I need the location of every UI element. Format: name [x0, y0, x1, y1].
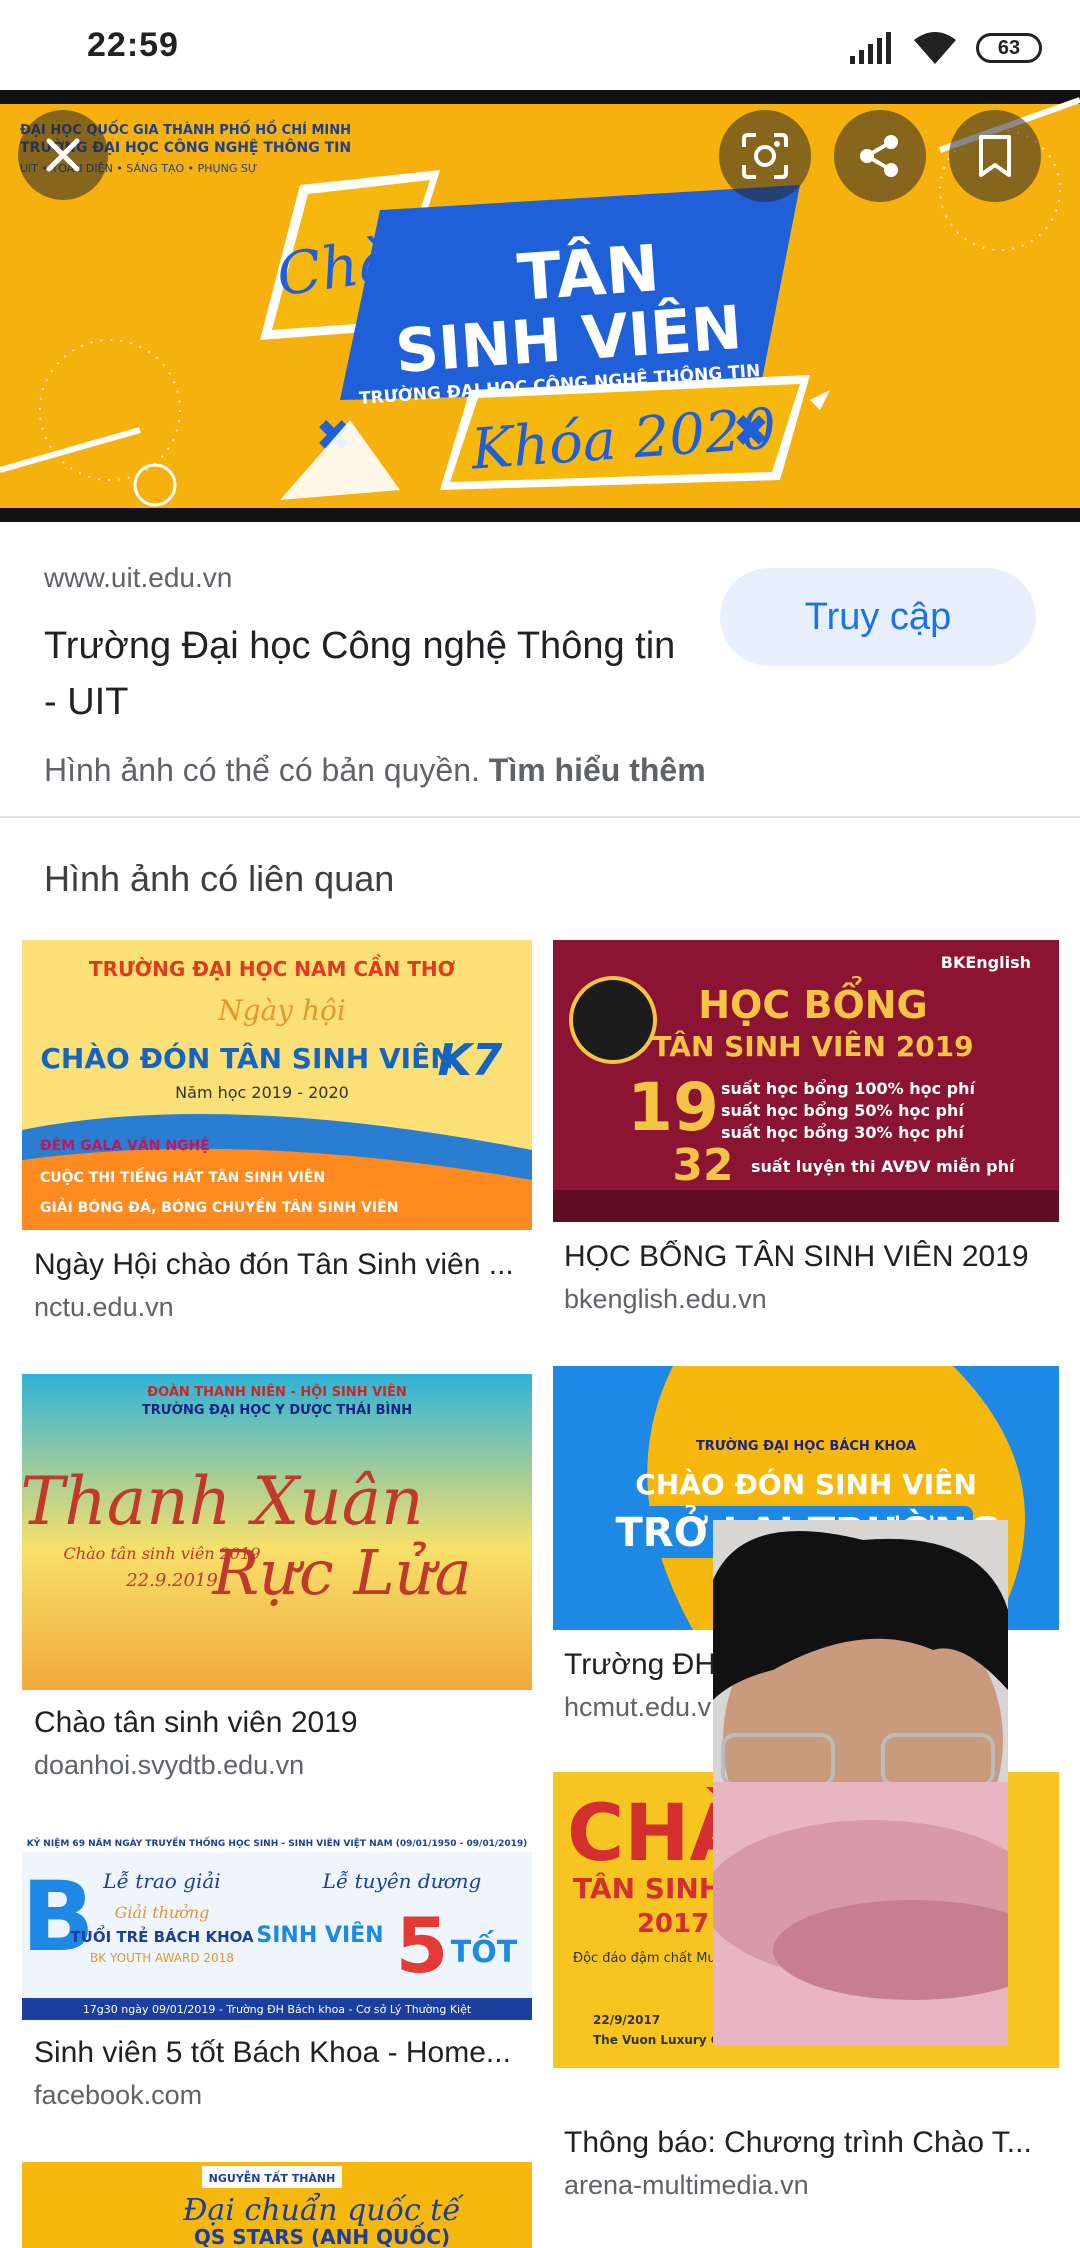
signal-icon — [850, 32, 891, 64]
thumb-text: TRƯỜNG ĐẠI HỌC NAM CẦN THƠ — [89, 955, 456, 981]
copyright-notice: Hình ảnh có thể có bản quyền. Tìm hiểu t… — [44, 752, 706, 789]
thumb-text: Lễ trao giải — [102, 1869, 220, 1893]
hero-image[interactable]: Chào TÂN SINH VIÊN TRƯỜNG ĐẠI HỌC CÔNG N… — [0, 90, 1080, 522]
camera-overlay[interactable] — [713, 1520, 1008, 2046]
visit-button[interactable]: Truy cập — [720, 568, 1036, 666]
lens-button[interactable] — [719, 110, 811, 202]
thumb-text: TÂN SINH VIÊN 2019 — [652, 1029, 973, 1063]
thumb-text: 5 — [396, 1901, 449, 1990]
result-domain[interactable]: www.uit.edu.vn — [44, 562, 232, 594]
thumb-text: suất luyện thi AVĐV miễn phí — [751, 1157, 1016, 1176]
thumb-text: 22/9/2017 — [593, 2013, 660, 2027]
result-title[interactable]: Trường Đại học Công nghệ Thông tin - UIT — [44, 618, 684, 730]
related-caption: Ngày Hội chào đón Tân Sinh viên ... — [34, 1248, 514, 1281]
thumb-text: SINH VIÊN — [256, 1922, 383, 1948]
thumb-text: HỌC BỔNG — [698, 977, 927, 1027]
save-button[interactable] — [949, 110, 1041, 202]
divider — [0, 816, 1080, 818]
thumb-text: NGUYỄN TẤT THÀNH — [209, 2170, 336, 2185]
thumb-text: TUỔI TRẺ BÁCH KHOA — [70, 1924, 254, 1946]
related-source: hcmut.edu.vn — [564, 1692, 727, 1722]
thumb-text: TRƯỜNG ĐẠI HỌC Y DƯỢC THÁI BÌNH — [142, 1402, 412, 1418]
thumb-text: TRƯỜNG ĐẠI HỌC BÁCH KHOA — [696, 1438, 916, 1454]
related-caption: HỌC BỔNG TÂN SINH VIÊN 2019 — [564, 1240, 1029, 1273]
thumb-text: BK YOUTH AWARD 2018 — [90, 1951, 234, 1965]
close-icon — [46, 138, 80, 172]
thumb-text: ĐÊM GALA VĂN NGHỆ — [40, 1136, 210, 1154]
thumb-text: CHÀO ĐÓN SINH VIÊN — [635, 1467, 977, 1501]
related-card[interactable]: TRƯỜNG ĐẠI HỌC NAM CẦN THƠ Ngày hội CHÀO… — [22, 940, 532, 1322]
related-caption: Chào tân sinh viên 2019 — [34, 1706, 358, 1739]
related-thumbnail: TRƯỜNG ĐẠI HỌC NAM CẦN THƠ Ngày hội CHÀO… — [22, 940, 532, 1230]
thumb-text: Năm học 2019 - 2020 — [175, 1083, 349, 1102]
related-thumbnail: ĐOÀN THANH NIÊN - HỘI SINH VIÊN TRƯỜNG Đ… — [22, 1374, 532, 1690]
related-heading: Hình ảnh có liên quan — [44, 858, 395, 899]
thumb-text: BKEnglish — [941, 953, 1031, 972]
related-thumbnail: KỶ NIỆM 69 NĂM NGÀY TRUYỀN THỐNG HỌC SIN… — [22, 1832, 532, 2020]
thumb-text: suất học bổng 30% học phí — [721, 1123, 965, 1142]
thumb-text: ĐOÀN THANH NIÊN - HỘI SINH VIÊN — [147, 1384, 407, 1400]
thumb-text: 2017 — [637, 1909, 709, 1939]
thumb-text: CUỘC THI TIẾNG HÁT TÂN SINH VIÊN — [40, 1167, 325, 1186]
lens-icon — [742, 133, 788, 179]
related-card[interactable]: ĐOÀN THANH NIÊN - HỘI SINH VIÊN TRƯỜNG Đ… — [22, 1374, 532, 1780]
thumb-text: Lễ tuyên dương — [322, 1869, 482, 1893]
related-source: arena-multimedia.vn — [564, 2170, 809, 2200]
thumb-text: QS STARS (ANH QUỐC) — [194, 2223, 450, 2248]
related-source: doanhoi.svydtb.edu.vn — [34, 1750, 305, 1780]
thumb-text: Giải thưởng — [115, 1903, 210, 1922]
related-source: nctu.edu.vn — [34, 1292, 174, 1322]
related-source: bkenglish.edu.vn — [564, 1284, 767, 1314]
thumb-text: Chào tân sinh viên 2019 — [64, 1544, 261, 1563]
svg-text:B: B — [22, 1861, 95, 1973]
related-caption: Sinh viên 5 tốt Bách Khoa - Home... — [34, 2036, 511, 2069]
thumb-text: GIẢI BÓNG ĐÁ, BÓNG CHUYỀN TÂN SINH VIÊN — [40, 1197, 398, 1216]
related-thumbnail: NGUYỄN TẤT THÀNH Đại chuẩn quốc tế QS ST… — [22, 2162, 532, 2248]
copyright-text: Hình ảnh có thể có bản quyền. — [44, 752, 480, 788]
thumb-text: 22.9.2019 — [125, 1570, 218, 1591]
related-card[interactable]: BKEnglish HỌC BỔNG TÂN SINH VIÊN 2019 19… — [553, 940, 1059, 1320]
thumb-text: CHÀO ĐÓN TÂN SINH VIÊN — [40, 1041, 453, 1075]
bookmark-icon — [979, 135, 1011, 177]
related-card[interactable]: KỶ NIỆM 69 NĂM NGÀY TRUYỀN THỐNG HỌC SIN… — [22, 1832, 532, 2132]
battery-level: 63 — [997, 36, 1021, 59]
related-caption: Thông báo: Chương trình Chào T... — [564, 2126, 1032, 2159]
related-card[interactable]: NGUYỄN TẤT THÀNH Đại chuẩn quốc tế QS ST… — [22, 2162, 532, 2248]
thumb-text: TỐT — [451, 1929, 518, 1970]
share-icon — [860, 135, 898, 177]
thumb-text: 19 — [627, 1069, 719, 1146]
learn-more-link[interactable]: Tìm hiểu thêm — [489, 752, 706, 788]
status-time: 22:59 — [87, 26, 179, 64]
thumb-text: 32 — [672, 1140, 733, 1191]
thumb-text: suất học bổng 100% học phí — [721, 1079, 977, 1098]
screen: { "status": {"time": "22:59", "battery":… — [0, 0, 1080, 2248]
thumb-text: K7 — [438, 1035, 503, 1086]
related-thumbnail: BKEnglish HỌC BỔNG TÂN SINH VIÊN 2019 19… — [553, 940, 1059, 1222]
thumb-text: Ngày hội — [217, 994, 346, 1027]
wifi-icon — [914, 32, 956, 64]
status-bar: 22:59 63 — [0, 0, 1080, 90]
thumb-text: Thanh Xuân — [22, 1463, 424, 1540]
related-source: facebook.com — [34, 2080, 203, 2110]
thumb-text: suất học bổng 50% học phí — [721, 1101, 965, 1120]
share-button[interactable] — [834, 110, 926, 202]
camera-preview — [713, 1520, 1008, 2046]
thumb-text: Đại chuẩn quốc tế — [182, 2192, 464, 2228]
status-icons: 63 — [848, 28, 1042, 68]
battery-icon: 63 — [976, 33, 1042, 63]
thumb-text: 17g30 ngày 09/01/2019 - Trường ĐH Bách k… — [83, 2003, 472, 2016]
close-button[interactable] — [18, 110, 108, 200]
